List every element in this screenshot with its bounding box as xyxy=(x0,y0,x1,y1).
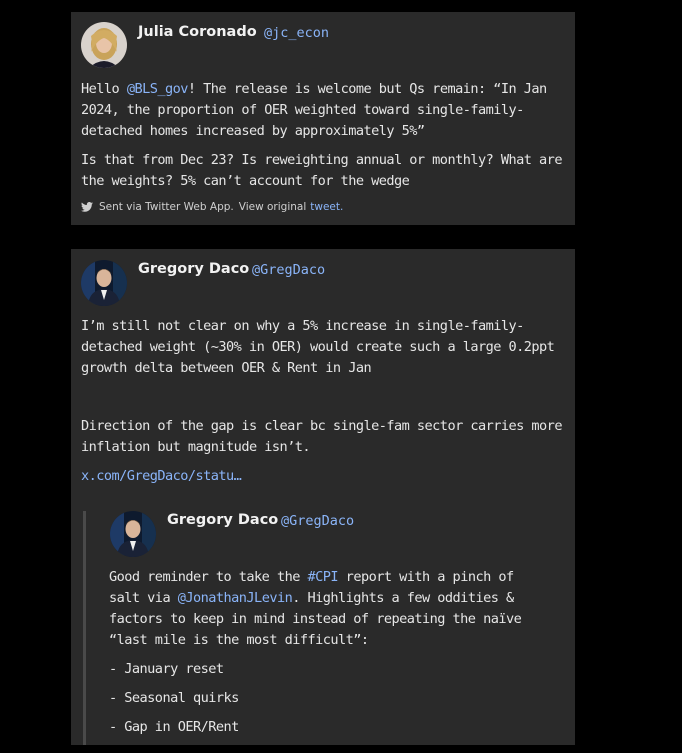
author-handle[interactable]: @GregDaco xyxy=(252,262,325,278)
avatar[interactable] xyxy=(81,22,127,68)
footer-view-text: View original xyxy=(238,201,307,213)
tweet-paragraph: Direction of the gap is clear bc single-… xyxy=(81,418,563,455)
tweet-card-gregory-daco: Gregory Daco @GregDaco I’m still not cle… xyxy=(71,249,575,745)
footer-text: Sent via Twitter Web App. xyxy=(99,201,234,213)
tweet-paragraph: Hello @BLS_gov! The release is welcome b… xyxy=(81,79,569,142)
bullet-item: - Seasonal quirks xyxy=(109,690,239,706)
bullet-item: - January reset xyxy=(109,661,224,677)
quoted-author-name[interactable]: Gregory Daco xyxy=(167,512,278,528)
avatar[interactable] xyxy=(81,260,127,306)
bullet-item: - Gap in OER/Rent xyxy=(109,719,239,735)
quoted-paragraph: Good reminder to take the #CPI report wi… xyxy=(109,567,545,651)
tweet-card-julia-coronado: Julia Coronado @jc_econ Hello @BLS_gov! … xyxy=(71,12,575,225)
twitter-bird-icon xyxy=(81,202,93,212)
hashtag-link[interactable]: #CPI xyxy=(308,569,339,585)
quoted-tweet[interactable]: Gregory Daco @GregDaco Good reminder to … xyxy=(83,511,566,745)
text-segment: Hello xyxy=(81,81,127,97)
mention-link[interactable]: @JonathanJLevin xyxy=(178,590,293,606)
tweet-footer: Sent via Twitter Web App. View original … xyxy=(81,201,343,213)
view-original-tweet-link[interactable]: tweet. xyxy=(310,201,343,213)
author-handle[interactable]: @jc_econ xyxy=(264,25,329,41)
tweet-body: I’m still not clear on why a 5% increase… xyxy=(81,316,573,458)
tweet-body: Hello @BLS_gov! The release is welcome b… xyxy=(81,79,569,192)
author-name[interactable]: Julia Coronado xyxy=(138,24,257,40)
quoted-author-handle[interactable]: @GregDaco xyxy=(281,513,354,529)
tweet-paragraph: I’m still not clear on why a 5% increase… xyxy=(81,318,555,376)
avatar[interactable] xyxy=(110,511,156,557)
mention-link[interactable]: @BLS_gov xyxy=(127,81,189,97)
author-name[interactable]: Gregory Daco xyxy=(138,261,249,277)
tweet-paragraph: Is that from Dec 23? Is reweighting annu… xyxy=(81,152,563,189)
quoted-body: Good reminder to take the #CPI report wi… xyxy=(109,567,545,738)
text-segment: Good reminder to take the xyxy=(109,569,308,585)
status-link[interactable]: x.com/GregDaco/statu… xyxy=(81,468,242,484)
